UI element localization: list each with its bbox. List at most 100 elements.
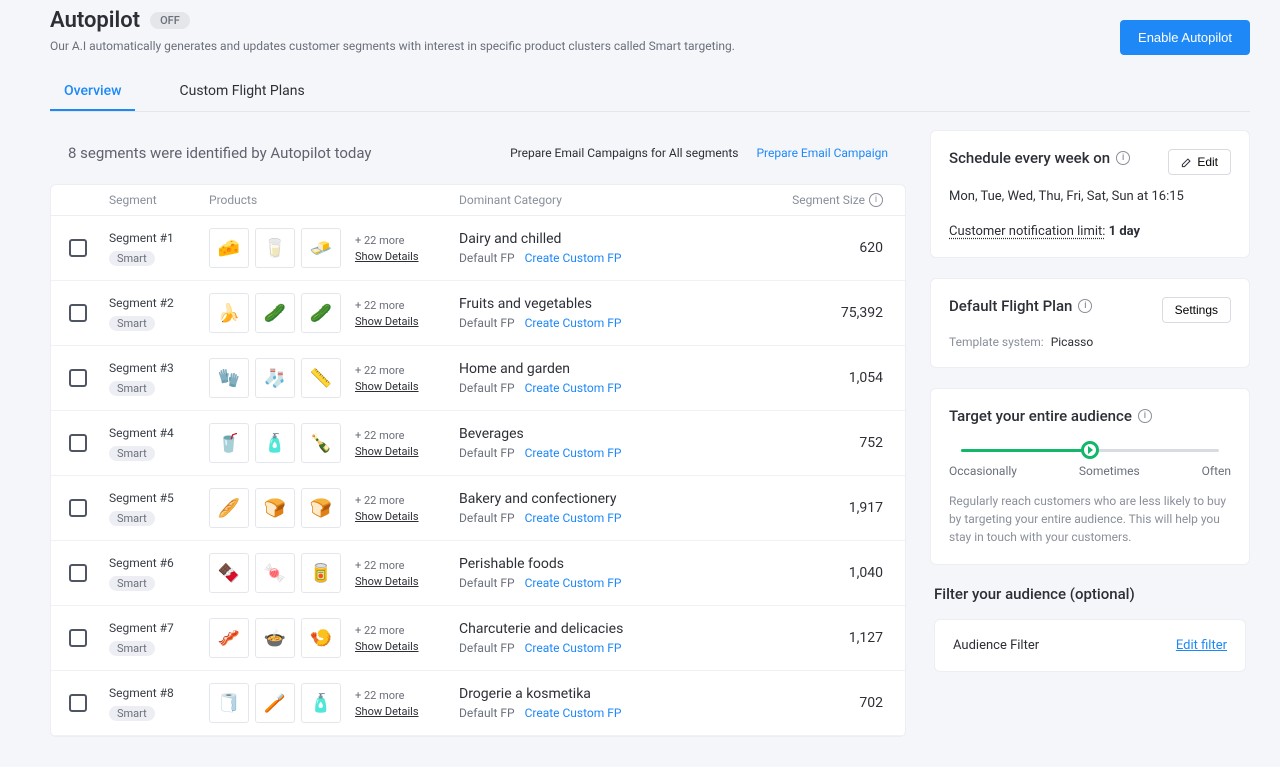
schedule-days: Mon, Tue, Wed, Thu, Fri, Sat, Sun at 16:… — [949, 187, 1231, 208]
show-details-link[interactable]: Show Details — [355, 315, 419, 328]
segment-size: 1,127 — [787, 630, 883, 646]
slider-thumb[interactable] — [1081, 441, 1099, 459]
create-custom-fp-link[interactable]: Create Custom FP — [525, 641, 622, 655]
status-badge: OFF — [150, 12, 190, 29]
info-icon[interactable]: i — [869, 193, 883, 207]
product-thumbnail[interactable]: 🥖 — [209, 488, 249, 528]
product-thumbnail[interactable]: 🧴 — [301, 683, 341, 723]
template-system-label: Template system: — [949, 335, 1044, 349]
product-thumbnail[interactable]: 📏 — [301, 358, 341, 398]
create-custom-fp-link[interactable]: Create Custom FP — [525, 316, 622, 330]
product-thumbnail[interactable]: 🧴 — [255, 423, 295, 463]
show-details-link[interactable]: Show Details — [355, 575, 419, 588]
product-thumbnail[interactable]: 🧈 — [301, 228, 341, 268]
table-row: Segment #1 Smart 🧀🥛🧈 + 22 more Show Deta… — [51, 216, 905, 281]
default-fp-label: Default FP — [459, 511, 515, 525]
product-thumbnail[interactable]: 🥫 — [301, 553, 341, 593]
segment-name: Segment #6 — [109, 556, 209, 570]
product-thumbnail[interactable]: 🧤 — [209, 358, 249, 398]
product-thumbnail[interactable]: 🍫 — [209, 553, 249, 593]
show-details-link[interactable]: Show Details — [355, 380, 419, 393]
slider-description: Regularly reach customers who are less l… — [949, 492, 1231, 546]
row-checkbox[interactable] — [69, 239, 87, 257]
dominant-category: Beverages — [459, 426, 787, 442]
product-thumbnail[interactable]: 🧀 — [209, 228, 249, 268]
schedule-title: Schedule every week on — [949, 149, 1110, 167]
edit-schedule-button[interactable]: Edit — [1168, 149, 1231, 175]
edit-filter-link[interactable]: Edit filter — [1176, 638, 1227, 653]
product-thumbnail[interactable]: 🥓 — [209, 618, 249, 658]
product-thumbnail[interactable]: 🍞 — [301, 488, 341, 528]
info-icon[interactable]: i — [1078, 299, 1092, 313]
create-custom-fp-link[interactable]: Create Custom FP — [525, 381, 622, 395]
page-subtitle: Our A.I automatically generates and upda… — [50, 39, 1120, 53]
product-thumbnail[interactable]: 🍾 — [301, 423, 341, 463]
product-thumbnail[interactable]: 🧦 — [255, 358, 295, 398]
more-products-count: + 22 more — [355, 364, 419, 377]
default-fp-settings-button[interactable]: Settings — [1162, 297, 1231, 323]
row-checkbox[interactable] — [69, 434, 87, 452]
segment-name: Segment #2 — [109, 296, 209, 310]
info-icon[interactable]: i — [1116, 151, 1130, 165]
product-thumbnail[interactable]: 🥒 — [301, 293, 341, 333]
show-details-link[interactable]: Show Details — [355, 250, 419, 263]
frequency-slider[interactable] — [961, 449, 1219, 452]
tab-overview[interactable]: Overview — [50, 73, 135, 111]
product-thumbnail[interactable]: 🥤 — [209, 423, 249, 463]
dominant-category: Home and garden — [459, 361, 787, 377]
smart-badge: Smart — [109, 316, 155, 331]
create-custom-fp-link[interactable]: Create Custom FP — [525, 706, 622, 720]
product-thumbnail[interactable]: 🍲 — [255, 618, 295, 658]
product-thumbnail[interactable]: 🍞 — [255, 488, 295, 528]
product-thumbnail[interactable]: 🍬 — [255, 553, 295, 593]
segment-size: 702 — [787, 695, 883, 711]
default-fp-label: Default FP — [459, 446, 515, 460]
show-details-link[interactable]: Show Details — [355, 640, 419, 653]
table-row: Segment #7 Smart 🥓🍲🍤 + 22 more Show Deta… — [51, 606, 905, 671]
row-checkbox[interactable] — [69, 304, 87, 322]
enable-autopilot-button[interactable]: Enable Autopilot — [1120, 20, 1250, 55]
product-thumbnail[interactable]: 🧻 — [209, 683, 249, 723]
slider-label-often: Often — [1202, 464, 1231, 478]
default-fp-title: Default Flight Plan — [949, 297, 1072, 315]
default-fp-label: Default FP — [459, 316, 515, 330]
product-thumbnail[interactable]: 🪥 — [255, 683, 295, 723]
create-custom-fp-link[interactable]: Create Custom FP — [525, 511, 622, 525]
segment-name: Segment #3 — [109, 361, 209, 375]
column-size: Segment Sizei — [787, 193, 887, 207]
notification-limit-value: 1 day — [1109, 224, 1140, 239]
row-checkbox[interactable] — [69, 499, 87, 517]
product-thumbnail[interactable]: 🍌 — [209, 293, 249, 333]
column-segment: Segment — [109, 193, 209, 207]
dominant-category: Drogerie a kosmetika — [459, 686, 787, 702]
row-checkbox[interactable] — [69, 694, 87, 712]
segment-size: 1,040 — [787, 565, 883, 581]
row-checkbox[interactable] — [69, 629, 87, 647]
tab-custom-flight-plans[interactable]: Custom Flight Plans — [165, 73, 318, 111]
column-products: Products — [209, 193, 459, 207]
table-row: Segment #8 Smart 🧻🪥🧴 + 22 more Show Deta… — [51, 671, 905, 736]
notification-limit-label: Customer notification limit: — [949, 224, 1105, 239]
product-thumbnail[interactable]: 🥒 — [255, 293, 295, 333]
prepare-email-campaign-link[interactable]: Prepare Email Campaign — [756, 146, 888, 160]
product-thumbnail[interactable]: 🍤 — [301, 618, 341, 658]
create-custom-fp-link[interactable]: Create Custom FP — [525, 576, 622, 590]
show-details-link[interactable]: Show Details — [355, 705, 419, 718]
row-checkbox[interactable] — [69, 369, 87, 387]
create-custom-fp-link[interactable]: Create Custom FP — [525, 446, 622, 460]
dominant-category: Fruits and vegetables — [459, 296, 787, 312]
show-details-link[interactable]: Show Details — [355, 510, 419, 523]
segment-name: Segment #8 — [109, 686, 209, 700]
smart-badge: Smart — [109, 641, 155, 656]
slider-label-occasionally: Occasionally — [949, 464, 1017, 478]
template-system-value: Picasso — [1051, 335, 1094, 349]
target-audience-card: Target your entire audiencei Occasionall… — [930, 388, 1250, 565]
more-products-count: + 22 more — [355, 429, 419, 442]
more-products-count: + 22 more — [355, 624, 419, 637]
product-thumbnail[interactable]: 🥛 — [255, 228, 295, 268]
info-icon[interactable]: i — [1138, 409, 1152, 423]
create-custom-fp-link[interactable]: Create Custom FP — [525, 251, 622, 265]
show-details-link[interactable]: Show Details — [355, 445, 419, 458]
row-checkbox[interactable] — [69, 564, 87, 582]
more-products-count: + 22 more — [355, 234, 419, 247]
